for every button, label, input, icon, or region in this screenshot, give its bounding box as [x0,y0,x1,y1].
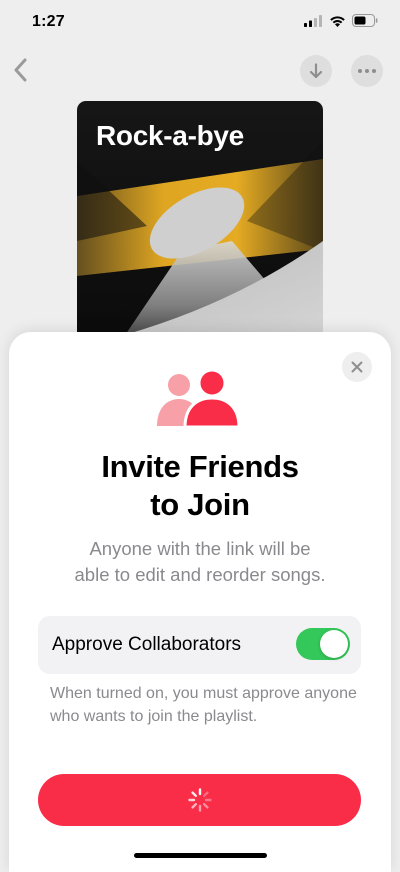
toggle-knob [320,630,348,658]
battery-icon [352,14,378,27]
invite-sheet: Invite Friends to Join Anyone with the l… [9,332,391,872]
close-button[interactable] [342,352,372,382]
sheet-title-line-1: Invite Friends [101,449,299,484]
download-button[interactable] [300,55,332,87]
back-button[interactable] [8,54,32,86]
artwork-title: Rock-a-bye [96,120,244,151]
setting-note: When turned on, you must approve anyone … [50,685,357,725]
spinner-icon [187,788,212,812]
sheet-title: Invite Friends to Join [9,448,391,524]
ellipsis-icon [358,69,376,73]
more-button[interactable] [351,55,383,87]
status-time: 1:27 [32,13,65,30]
wifi-icon [330,15,345,27]
cellular-signal-icon [304,14,322,27]
invite-button[interactable] [38,774,361,826]
approve-collaborators-toggle[interactable] [296,628,350,660]
sheet-description-line-1: Anyone with the link will be [89,538,311,559]
sheet-description: Anyone with the link will be able to edi… [29,536,371,588]
approve-collaborators-label: Approve Collaborators [52,634,242,655]
sheet-description-line-2: able to edit and reorder songs. [74,564,326,585]
status-bar: 1:27 [0,0,400,48]
home-indicator [134,853,267,858]
close-icon [351,361,363,373]
approve-collaborators-row: Approve Collaborators [38,616,361,674]
status-icons [304,14,378,27]
people-icon [157,368,241,428]
playlist-artwork: Rock-a-bye [77,101,323,347]
arrow-down-icon [309,63,323,79]
sheet-title-line-2: to Join [150,487,250,522]
chevron-left-icon [14,58,27,82]
